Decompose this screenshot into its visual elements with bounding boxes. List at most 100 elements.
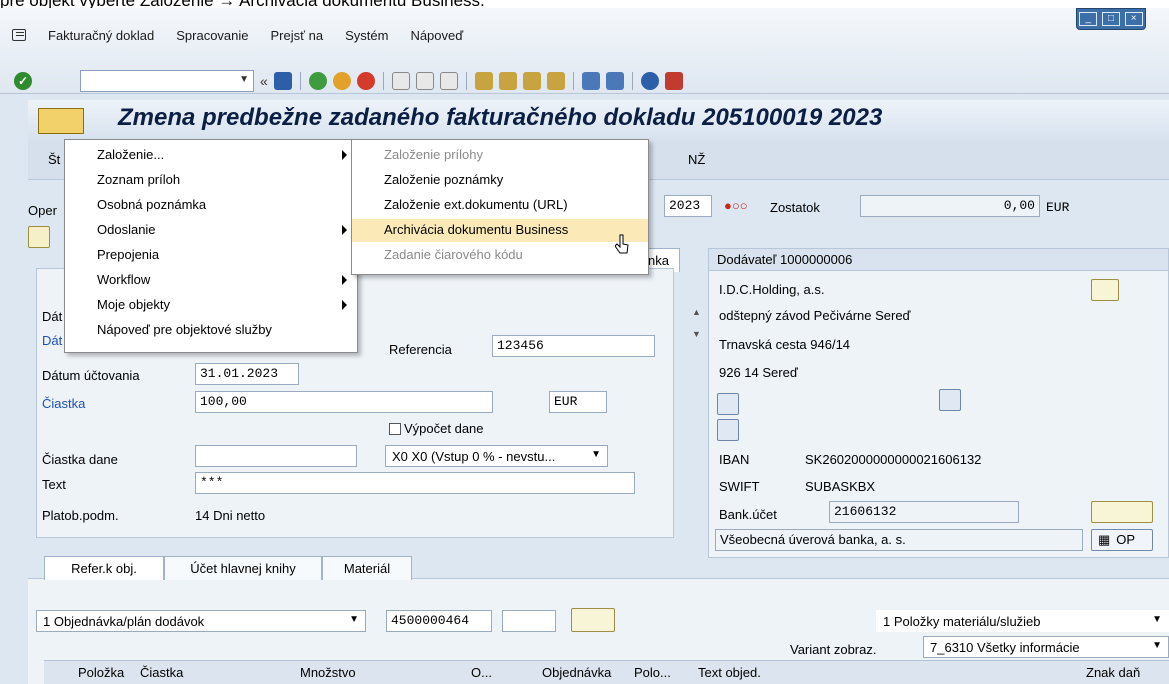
iban-label: IBAN	[719, 452, 750, 467]
appbar-left-label[interactable]: Št	[48, 152, 60, 167]
bank-account-arrow-icon[interactable]	[1091, 501, 1153, 523]
menu-item-moje-objekty[interactable]: Moje objekty	[65, 294, 357, 317]
submenu-item-zalozenie-ext-dokumentu[interactable]: Založenie ext.dokumentu (URL)	[352, 194, 648, 217]
scroll-down-icon[interactable]: ▼	[692, 329, 701, 339]
menu-spracovanie[interactable]: Spracovanie	[176, 28, 248, 43]
maximize-icon[interactable]: □	[1101, 12, 1120, 26]
menu-item-napoved-objektove-sluzby[interactable]: Nápoveď pre objektové služby	[65, 319, 357, 342]
referencia-label: Referencia	[389, 342, 452, 357]
menu-item-prepojenia[interactable]: Prepojenia	[65, 244, 357, 267]
menu-item-zoznam-priloh[interactable]: Zoznam príloh	[65, 169, 357, 192]
previous-page-icon[interactable]	[498, 72, 517, 90]
menu-item-workflow[interactable]: Workflow	[65, 269, 357, 292]
vendor-edit-icon[interactable]	[1091, 279, 1119, 301]
enter-check-icon[interactable]: ✓	[14, 72, 32, 90]
swift-value: SUBASKBX	[805, 479, 876, 494]
vendor-calendar-icon[interactable]	[717, 419, 739, 441]
text-field[interactable]: ***	[195, 472, 635, 494]
ciastka-field[interactable]: 100,00	[195, 391, 493, 413]
back-arrow-icon[interactable]: «	[260, 73, 268, 89]
col-ciastka[interactable]: Čiastka	[140, 665, 183, 680]
col-objednavka[interactable]: Objednávka	[542, 665, 611, 680]
save-icon[interactable]	[273, 72, 292, 90]
col-text-objed[interactable]: Text objed.	[698, 665, 761, 680]
variant-value: 7_6310 Všetky informácie	[930, 640, 1080, 655]
col-mnozstvo[interactable]: Množstvo	[300, 665, 356, 680]
transfer-arrow-icon[interactable]	[571, 608, 615, 632]
chevron-down-icon[interactable]: ▼	[591, 449, 601, 460]
ciastka-label: Čiastka	[42, 396, 86, 411]
menu-fakturacny-doklad[interactable]: Fakturačný doklad	[48, 28, 154, 43]
shortcut-icon[interactable]	[605, 72, 624, 90]
menu-prejst-na[interactable]: Prejsť na	[271, 28, 324, 43]
scroll-up-icon[interactable]: ▲	[692, 307, 701, 317]
menu-item-osobna-poznamka[interactable]: Osobná poznámka	[65, 194, 357, 217]
new-session-icon[interactable]	[581, 72, 600, 90]
table-icon: ▦	[1098, 532, 1111, 547]
exit-icon[interactable]	[332, 72, 351, 90]
menu-system[interactable]: Systém	[345, 28, 388, 43]
checkbox-icon[interactable]	[389, 423, 401, 435]
minimize-icon[interactable]: _	[1079, 12, 1098, 26]
bank-name-field: Všeobecná úverová banka, a. s.	[715, 529, 1083, 551]
system-menu-icon[interactable]	[12, 29, 26, 41]
layout-menu-icon[interactable]	[664, 72, 683, 90]
tax-code-select[interactable]: X0 X0 (Vstup 0 % - nevstu... ▼	[385, 445, 608, 467]
fiscal-year-field[interactable]: 2023	[664, 195, 712, 217]
appbar-nz-button[interactable]: NŽ	[688, 152, 705, 167]
ciastka-currency-field[interactable]: EUR	[549, 391, 607, 413]
last-page-icon[interactable]	[546, 72, 565, 90]
print-icon[interactable]	[391, 72, 410, 90]
close-icon[interactable]: ×	[1124, 12, 1143, 26]
col-o[interactable]: O...	[471, 665, 492, 680]
variant-select[interactable]: 7_6310 Všetky informácie ▼	[923, 636, 1169, 658]
menu-napoved[interactable]: Nápoveď	[410, 28, 463, 43]
ciastka-dane-field[interactable]	[195, 445, 357, 467]
referencia-field[interactable]: 123456	[492, 335, 655, 357]
command-field[interactable]: ▼	[80, 70, 254, 92]
toolbar-separator	[382, 72, 384, 90]
help-icon[interactable]	[640, 72, 659, 90]
col-polozka[interactable]: Položka	[78, 665, 124, 680]
vendor-panel: Dodávateľ 1000000006 I.D.C.Holding, a.s.…	[708, 248, 1169, 558]
vendor-clipboard-icon[interactable]	[939, 389, 961, 411]
vendor-detail-icon[interactable]	[717, 393, 739, 415]
oper-label: Oper	[28, 203, 57, 218]
submenu-item-archivacia-dokumentu[interactable]: Archivácia dokumentu Business	[352, 219, 648, 242]
col-polo[interactable]: Polo...	[634, 665, 671, 680]
tab-refer-k-obj[interactable]: Refer.k obj.	[44, 556, 164, 580]
first-page-icon[interactable]	[474, 72, 493, 90]
menu-item-zalozenie[interactable]: Založenie...	[65, 144, 357, 167]
po-item-field[interactable]	[502, 610, 556, 632]
items-type-select[interactable]: 1 Položky materiálu/služieb ▼	[876, 610, 1169, 632]
cancel-icon[interactable]	[356, 72, 375, 90]
tree-toggle-icon[interactable]	[28, 226, 50, 248]
services-for-object-icon[interactable]	[38, 108, 84, 134]
submenu-item-zalozenie-poznamky[interactable]: Založenie poznámky	[352, 169, 648, 192]
tab-ucet-hlavnej-knihy[interactable]: Účet hlavnej knihy	[164, 556, 322, 580]
menu-item-odoslanie[interactable]: Odoslanie	[65, 219, 357, 242]
find-next-icon[interactable]	[439, 72, 458, 90]
datum-uctovania-field[interactable]: 31.01.2023	[195, 363, 299, 385]
bank-account-label: Bank.účet	[719, 507, 777, 522]
zalozenie-submenu: Založenie prílohy Založenie poznámky Zal…	[351, 139, 649, 275]
submenu-arrow-icon	[342, 225, 347, 235]
next-page-icon[interactable]	[522, 72, 541, 90]
po-number-field[interactable]: 4500000464	[386, 610, 492, 632]
col-znak-dan[interactable]: Znak daň	[1086, 665, 1140, 680]
chevron-down-icon[interactable]: ▼	[349, 614, 359, 625]
submenu-item-zalozenie-prilohy: Založenie prílohy	[384, 147, 483, 162]
variant-label: Variant zobraz.	[790, 642, 877, 657]
chevron-down-icon[interactable]: ▼	[1152, 640, 1162, 651]
tab-material[interactable]: Materiál	[322, 556, 412, 580]
op-button[interactable]: ▦ OP	[1091, 529, 1153, 551]
chevron-down-icon[interactable]: ▼	[1152, 614, 1162, 625]
toolbar-separator	[572, 72, 574, 90]
reference-type-select[interactable]: 1 Objednávka/plán dodávok ▼	[36, 610, 366, 632]
chevron-down-icon[interactable]: ▼	[239, 74, 249, 85]
back-icon[interactable]	[308, 72, 327, 90]
find-icon[interactable]	[415, 72, 434, 90]
reference-type-value: 1 Objednávka/plán dodávok	[43, 614, 205, 629]
vendor-line2: odštepný závod Pečivárne Sereď	[719, 308, 911, 323]
vypocet-dane-checkbox[interactable]: Výpočet dane	[389, 421, 484, 436]
